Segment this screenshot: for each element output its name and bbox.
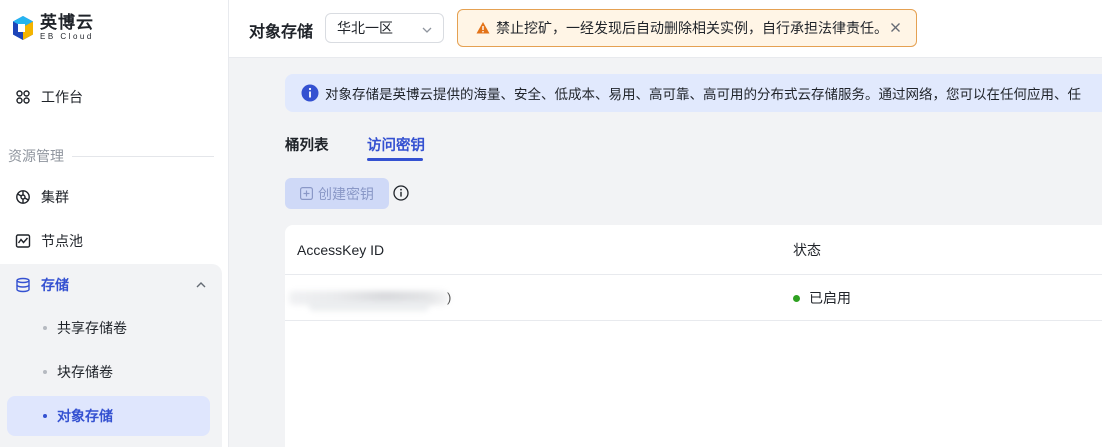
- section-label-resources: 资源管理: [8, 146, 214, 166]
- region-select-value: 华北一区: [337, 20, 393, 36]
- status-cell: 已启用: [793, 275, 851, 321]
- nav-item-label: 节点池: [41, 233, 83, 249]
- nav-item-workbench[interactable]: 工作台: [7, 77, 210, 117]
- access-key-id-redacted[interactable]: [289, 287, 451, 311]
- chevron-down-icon: [421, 23, 433, 39]
- section-divider: [72, 155, 214, 157]
- page-title: 对象存储: [249, 24, 314, 41]
- sidebar-item-shared-volume[interactable]: 共享存储卷: [7, 308, 210, 348]
- region-select[interactable]: 华北一区: [325, 13, 444, 43]
- workbench-icon: [15, 89, 31, 105]
- column-header-status[interactable]: 状态: [793, 225, 821, 275]
- row-divider: [285, 320, 1102, 321]
- warning-text: 禁止挖矿，一经发现后自动删除相关实例，自行承担法律责任。: [496, 20, 888, 36]
- nav-item-label: 集群: [41, 189, 69, 205]
- sidebar: 英博云 EB Cloud 工作台 资源管理 集群 节点池 存储 共享存储卷 块存…: [0, 0, 229, 447]
- close-icon[interactable]: [890, 20, 901, 36]
- bullet-icon: [43, 414, 47, 418]
- info-text: 对象存储是英博云提供的海量、安全、低成本、易用、高可靠、高可用的分布式云存储服务…: [325, 87, 1081, 102]
- brand-name: 英博云: [40, 13, 94, 32]
- bullet-icon: [43, 326, 47, 330]
- nav-item-label: 工作台: [41, 89, 83, 105]
- bullet-icon: [43, 370, 47, 374]
- brand-name-en: EB Cloud: [40, 32, 94, 41]
- tab-bucket-list[interactable]: 桶列表: [285, 134, 329, 155]
- brand-logo[interactable]: 英博云 EB Cloud: [12, 14, 94, 41]
- top-bar: 对象存储 华北一区 禁止挖矿，一经发现后自动删除相关实例，自行承担法律责任。: [229, 0, 1102, 58]
- database-icon: [15, 277, 31, 293]
- create-key-label: 创建密钥: [318, 185, 374, 202]
- create-key-button[interactable]: 创建密钥: [285, 178, 389, 209]
- help-info-icon[interactable]: [393, 185, 409, 204]
- sub-item-label: 对象存储: [57, 408, 113, 424]
- info-icon: [301, 84, 319, 102]
- nodepool-icon: [15, 233, 31, 249]
- main-content: 对象存储是英博云提供的海量、安全、低成本、易用、高可靠、高可用的分布式云存储服务…: [229, 58, 1102, 447]
- nav-item-cluster[interactable]: 集群: [7, 177, 210, 217]
- access-key-table: AccessKey ID 状态 ) 已启用: [285, 225, 1102, 447]
- column-header-access-key[interactable]: AccessKey ID: [297, 225, 384, 275]
- warning-icon: [476, 21, 490, 35]
- cluster-icon: [15, 189, 31, 205]
- sub-item-label: 块存储卷: [57, 364, 113, 380]
- nav-item-storage[interactable]: 存储: [7, 264, 217, 306]
- tab-access-keys[interactable]: 访问密钥: [367, 134, 425, 155]
- tab-active-indicator: [367, 158, 423, 161]
- sidebar-item-object-storage[interactable]: 对象存储: [7, 396, 210, 436]
- warning-banner: 禁止挖矿，一经发现后自动删除相关实例，自行承担法律责任。: [457, 9, 917, 47]
- status-text: 已启用: [809, 290, 851, 306]
- nav-item-nodepool[interactable]: 节点池: [7, 221, 210, 261]
- status-dot-icon: [793, 294, 800, 302]
- nav-item-label: 存储: [41, 277, 69, 293]
- chevron-up-icon[interactable]: [195, 278, 207, 294]
- header-divider: [285, 274, 1102, 275]
- sidebar-item-block-volume[interactable]: 块存储卷: [7, 352, 210, 392]
- access-key-id-suffix: ): [447, 290, 452, 305]
- sub-item-label: 共享存储卷: [57, 320, 127, 336]
- logo-mark-icon: [12, 15, 34, 41]
- plus-square-icon: [300, 187, 313, 200]
- info-banner: 对象存储是英博云提供的海量、安全、低成本、易用、高可靠、高可用的分布式云存储服务…: [285, 74, 1102, 112]
